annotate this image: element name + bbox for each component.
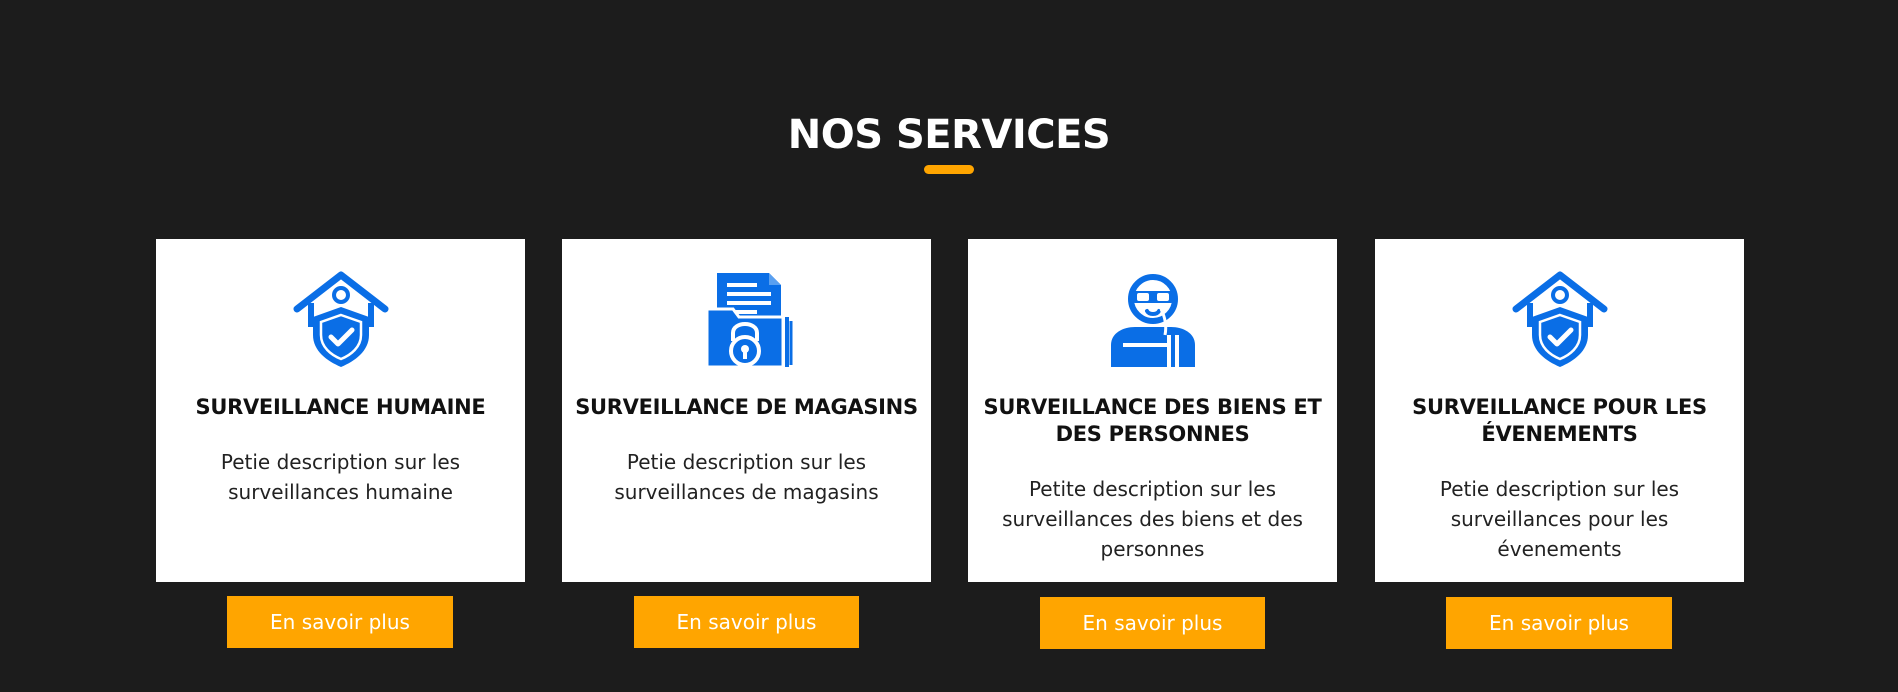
learn-more-button[interactable]: En savoir plus xyxy=(1040,597,1265,649)
title-underline xyxy=(924,165,974,174)
card-title: SURVEILLANCE DE MAGASINS xyxy=(575,395,918,419)
card-title: SURVEILLANCE POUR LES ÉVENEMENTS xyxy=(1412,395,1707,446)
security-guard-icon xyxy=(1103,269,1203,369)
card-description: Petie description sur les surveillances … xyxy=(1439,477,1680,561)
folder-lock-icon xyxy=(697,269,797,369)
learn-more-button[interactable]: En savoir plus xyxy=(227,596,453,648)
service-card-surveillance-magasins: SURVEILLANCE DE MAGASINS Petie descripti… xyxy=(562,239,931,582)
card-title: SURVEILLANCE HUMAINE xyxy=(195,395,486,419)
card-description: Petite description sur les surveillances… xyxy=(1002,477,1303,561)
service-card-surveillance-humaine: SURVEILLANCE HUMAINE Petie description s… xyxy=(156,239,525,582)
card-description: Petie description sur les surveillances … xyxy=(614,450,879,504)
learn-more-button[interactable]: En savoir plus xyxy=(634,596,859,648)
service-card-surveillance-biens-personnes: SURVEILLANCE DES BIENS ET DES PERSONNES … xyxy=(968,239,1337,582)
house-shield-icon xyxy=(291,269,391,369)
learn-more-button[interactable]: En savoir plus xyxy=(1446,597,1672,649)
card-description: Petie description sur les surveillances … xyxy=(220,450,461,504)
section-title: NOS SERVICES xyxy=(787,112,1111,158)
service-card-surveillance-evenements: SURVEILLANCE POUR LES ÉVENEMENTS Petie d… xyxy=(1375,239,1744,582)
house-shield-icon xyxy=(1510,269,1610,369)
card-title: SURVEILLANCE DES BIENS ET DES PERSONNES xyxy=(983,395,1322,446)
